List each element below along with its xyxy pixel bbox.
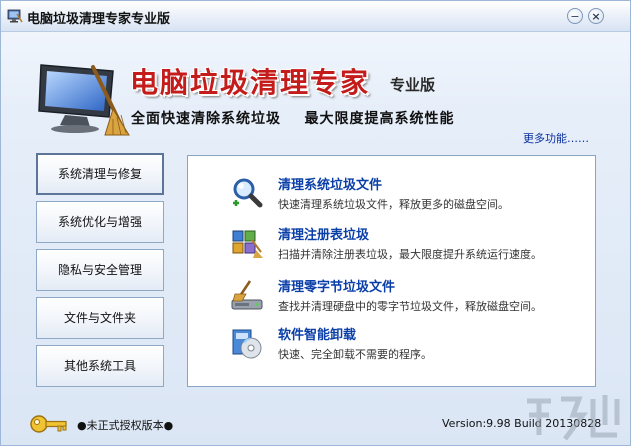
registry-icon <box>232 230 263 258</box>
close-button[interactable]: × <box>588 8 604 24</box>
minimize-button[interactable]: − <box>567 8 583 24</box>
task-description: 查找并清理硬盘中的零字节垃圾文件，释放磁盘空间。 <box>278 300 542 313</box>
task-description: 快速清理系统垃圾文件，释放更多的磁盘空间。 <box>278 198 509 211</box>
task-title[interactable]: 清理注册表垃圾 <box>278 224 369 243</box>
nav-other-tools[interactable]: 其他系统工具 <box>36 345 164 387</box>
key-icon[interactable] <box>29 411 69 437</box>
task-panel: 清理系统垃圾文件 快速清理系统垃圾文件，释放更多的磁盘空间。 清理注册表垃圾 扫… <box>187 155 596 387</box>
task-title[interactable]: 清理零字节垃圾文件 <box>278 276 395 295</box>
banner-title: 电脑垃圾清理专家 <box>130 66 371 99</box>
nav-system-optimize[interactable]: 系统优化与增强 <box>36 201 164 243</box>
task-description: 快速、完全卸载不需要的程序。 <box>278 348 432 361</box>
task-description: 扫描并清除注册表垃圾，最大限度提升系统运行速度。 <box>278 248 542 261</box>
nav-system-clean-repair[interactable]: 系统清理与修复 <box>36 153 164 195</box>
more-features-link[interactable]: 更多功能…… <box>523 130 589 146</box>
task-title[interactable]: 软件智能卸载 <box>278 324 356 343</box>
uninstall-cd-icon <box>232 329 262 359</box>
task-title[interactable]: 清理系统垃圾文件 <box>278 174 382 193</box>
edition-label: 专业版 <box>390 76 436 94</box>
title-bar[interactable]: 电脑垃圾清理专家专业版 − × <box>1 1 630 32</box>
main-window: 电脑垃圾清理专家专业版 − × 电脑垃圾清理专家 专业版 全面快速清除系统垃圾 … <box>0 0 631 446</box>
magnifier-icon <box>233 178 263 208</box>
window-title: 电脑垃圾清理专家专业版 <box>27 12 171 27</box>
nav-files-folders[interactable]: 文件与文件夹 <box>36 297 164 339</box>
banner-slogan: 全面快速清除系统垃圾 最大限度提高系统性能 <box>131 111 455 127</box>
broom-disk-icon <box>231 280 263 310</box>
app-icon <box>7 9 23 23</box>
nav-privacy-security[interactable]: 隐私与安全管理 <box>36 249 164 291</box>
computer-broom-icon <box>38 64 130 136</box>
watermark-logo <box>527 395 620 441</box>
license-status: ●未正式授权版本● <box>77 419 174 432</box>
